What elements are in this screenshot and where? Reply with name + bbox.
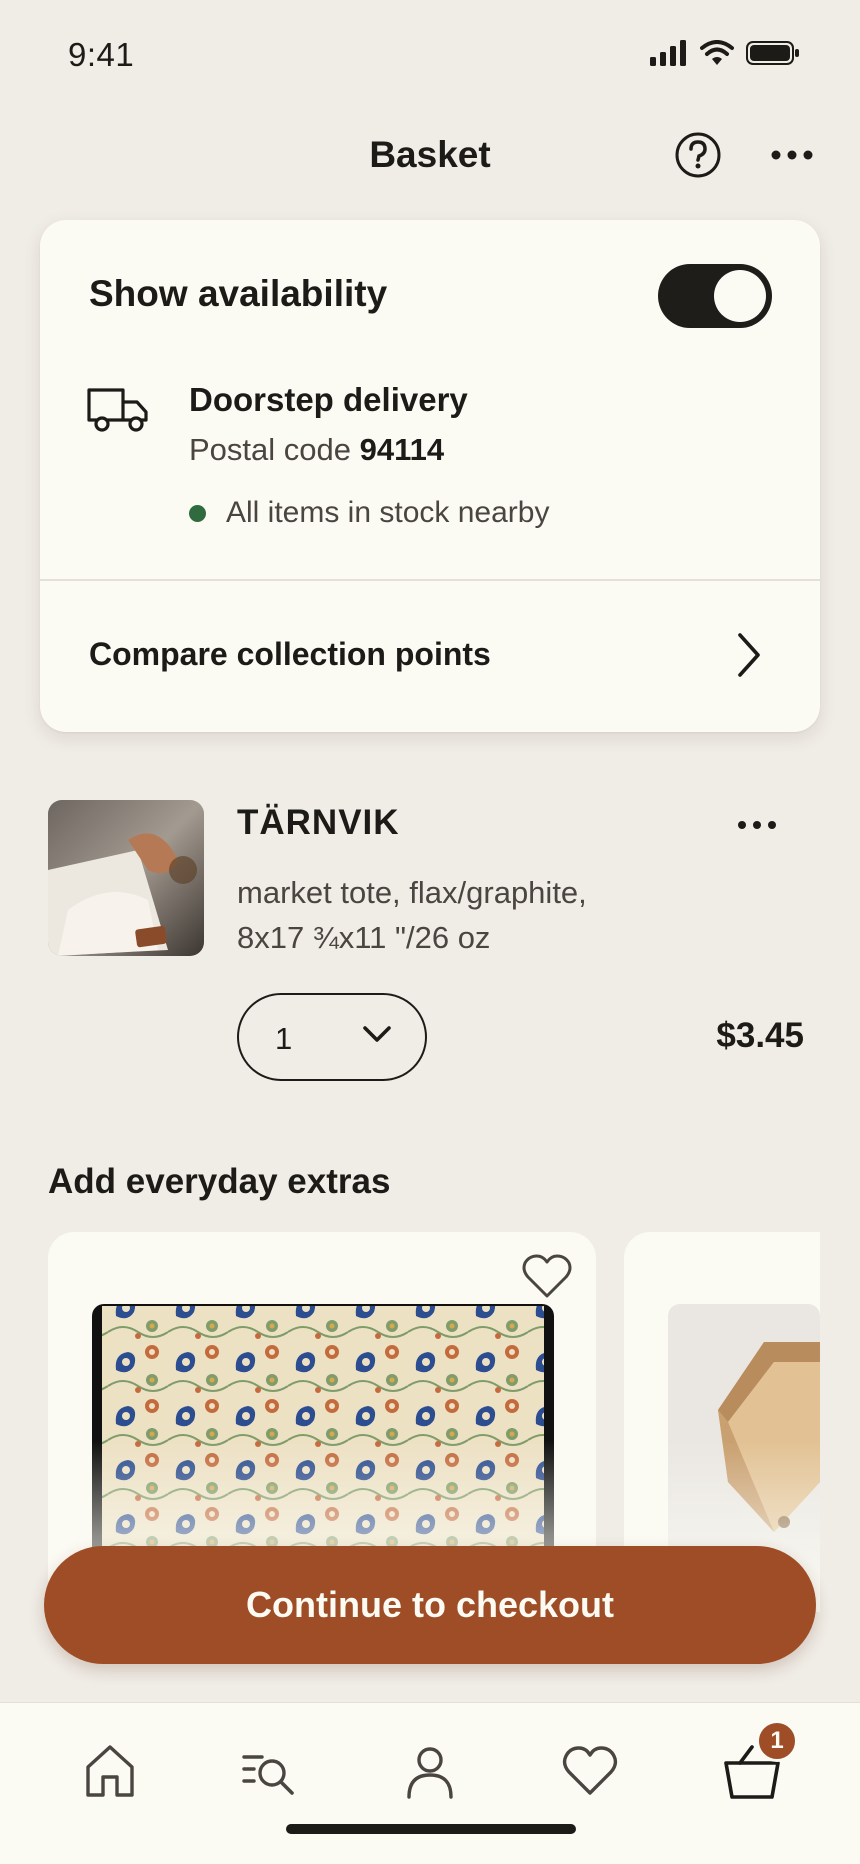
- delivery-title: Doorstep delivery: [189, 381, 468, 418]
- item-more-options-icon[interactable]: [737, 816, 777, 834]
- cart-count-badge: 1: [756, 1720, 798, 1762]
- extras-title: Add everyday extras: [48, 1162, 391, 1201]
- stock-text: All items in stock nearby: [226, 496, 550, 529]
- heart-icon[interactable]: [560, 1741, 620, 1801]
- quantity-select[interactable]: 1: [237, 993, 427, 1081]
- compare-label: Compare collection points: [89, 636, 491, 672]
- postal-code: 94114: [359, 432, 445, 467]
- battery-icon: [746, 41, 799, 65]
- product-photo: [48, 800, 204, 956]
- signal-icon: [650, 40, 686, 66]
- search-list-icon[interactable]: [238, 1741, 298, 1801]
- product-description: market tote, flax/graphite, 8x17 ¾x11 "/…: [237, 875, 587, 955]
- availability-title: Show availability: [89, 273, 388, 314]
- stock-dot: [189, 504, 206, 522]
- availability-toggle[interactable]: [658, 264, 772, 328]
- product-name[interactable]: TÄRNVIK: [237, 803, 400, 843]
- wifi-icon: [700, 40, 734, 65]
- profile-icon[interactable]: [400, 1741, 460, 1801]
- status-bar: 9:41: [0, 0, 860, 110]
- status-icons: [650, 40, 800, 66]
- stock-status: All items in stock nearby: [149, 496, 549, 530]
- postal-line[interactable]: Postal code 94114: [189, 432, 444, 468]
- chevron-down-icon: [363, 1026, 391, 1042]
- product-image[interactable]: [48, 800, 204, 956]
- more-options-icon[interactable]: [770, 145, 814, 165]
- product-price: $3.45: [716, 1016, 804, 1055]
- compare-collection-points-row[interactable]: Compare collection points: [40, 581, 820, 732]
- home-icon[interactable]: [80, 1741, 140, 1801]
- availability-card: Show availability Doorstep delivery Post…: [40, 220, 820, 732]
- continue-to-checkout-button[interactable]: Continue to checkout: [44, 1546, 816, 1664]
- nav-bar: Basket: [0, 118, 860, 194]
- home-indicator: [286, 1824, 576, 1834]
- status-time: 9:41: [68, 36, 135, 73]
- favorite-icon[interactable]: [522, 1254, 572, 1300]
- page-title: Basket: [369, 134, 491, 175]
- postal-label: Postal code: [189, 432, 351, 467]
- toggle-knob: [714, 270, 766, 322]
- tab-bar: [0, 1702, 860, 1864]
- chevron-right-icon: [738, 633, 760, 677]
- truck-icon: [87, 388, 148, 432]
- quantity-value: 1: [275, 1021, 293, 1056]
- help-icon[interactable]: [674, 131, 722, 179]
